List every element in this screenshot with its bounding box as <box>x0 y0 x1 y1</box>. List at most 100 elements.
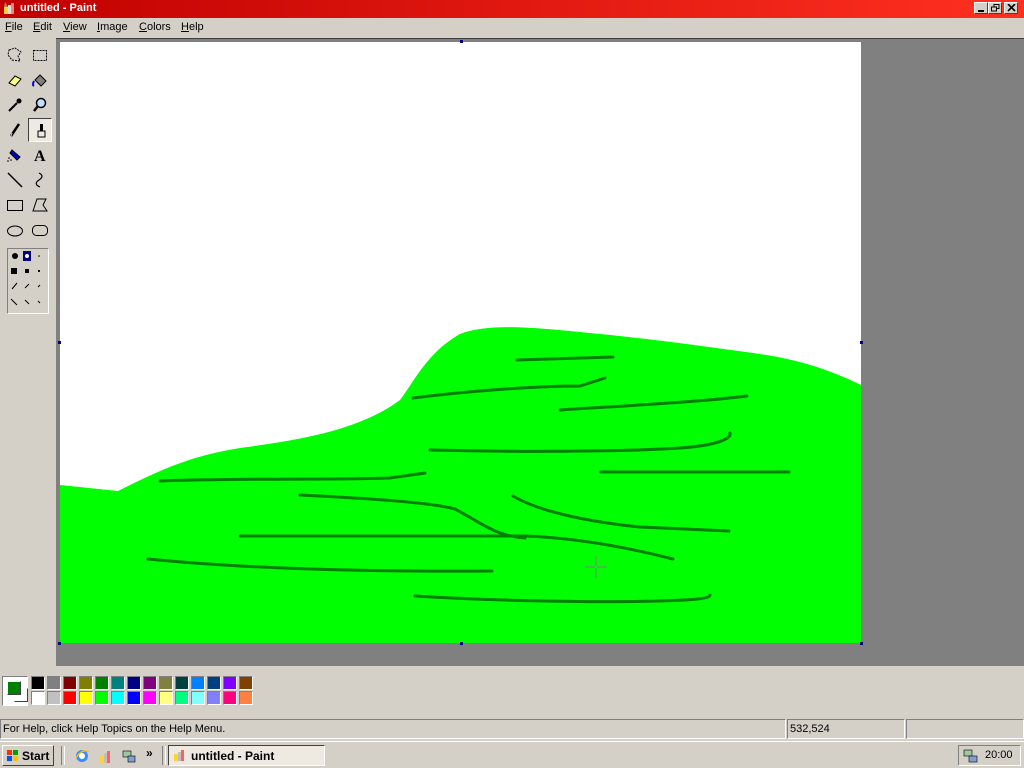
brush-shape-square-large[interactable] <box>11 268 17 274</box>
brush-shape-round-large[interactable] <box>12 253 18 259</box>
magnifier-icon <box>33 97 47 112</box>
palette-swatch[interactable] <box>223 676 237 690</box>
quick-launch-more[interactable]: » <box>146 746 153 760</box>
palette-swatch[interactable] <box>143 691 157 705</box>
brush-shape-backslash-medium[interactable] <box>24 299 30 305</box>
menu-file[interactable]: File <box>5 21 23 33</box>
menu-image[interactable]: Image <box>97 21 128 33</box>
palette-swatch[interactable] <box>95 691 109 705</box>
brush-shape-backslash-small[interactable] <box>37 300 41 304</box>
palette-swatch[interactable] <box>47 691 61 705</box>
brush-shape-slash-small[interactable] <box>37 284 41 288</box>
tool-polygon[interactable] <box>28 193 52 217</box>
palette-swatch[interactable] <box>223 691 237 705</box>
palette-swatch[interactable] <box>191 676 205 690</box>
paint-icon <box>4 2 14 14</box>
menu-help[interactable]: Help <box>181 21 204 33</box>
status-size <box>906 719 1024 739</box>
palette-swatch[interactable] <box>47 676 61 690</box>
tool-ellipse[interactable] <box>3 218 27 242</box>
canvas-drawing <box>60 327 861 643</box>
palette-swatch[interactable] <box>63 691 77 705</box>
svg-text:A: A <box>34 148 46 164</box>
current-colors <box>2 676 28 706</box>
select-icon <box>33 50 47 61</box>
taskbar-button-label: untitled - Paint <box>191 749 275 763</box>
palette-swatch[interactable] <box>239 691 253 705</box>
palette-swatch[interactable] <box>159 676 173 690</box>
minimize-button[interactable] <box>974 2 988 14</box>
menu-edit[interactable]: Edit <box>33 21 52 33</box>
palette-swatch[interactable] <box>239 676 253 690</box>
tool-fill[interactable] <box>28 68 52 92</box>
palette-swatch[interactable] <box>159 691 173 705</box>
palette-swatch[interactable] <box>111 691 125 705</box>
resize-handle-left <box>58 341 61 344</box>
drawing-canvas[interactable] <box>60 42 861 643</box>
restore-icon <box>991 4 1000 12</box>
start-button[interactable]: Start <box>2 745 54 766</box>
brush-shape-slash-medium[interactable] <box>24 283 30 289</box>
eraser-icon <box>8 75 22 87</box>
palette-swatch[interactable] <box>31 691 45 705</box>
tool-pick-color[interactable] <box>3 93 27 117</box>
network-icon[interactable] <box>121 748 137 764</box>
text-icon: A <box>34 148 46 164</box>
resize-handle-bottom-left <box>58 642 61 645</box>
resize-handle-top <box>460 40 463 43</box>
brush-shape-backslash-large[interactable] <box>10 298 18 306</box>
brush-shape-square-medium[interactable] <box>25 269 29 273</box>
curve-icon <box>35 172 43 188</box>
palette-swatch[interactable] <box>79 676 93 690</box>
tool-eraser[interactable] <box>3 68 27 92</box>
clock[interactable]: 20:00 <box>985 749 1013 761</box>
menu-view[interactable]: View <box>63 21 87 33</box>
tool-brush[interactable] <box>28 118 52 142</box>
brush-shape-square-small[interactable] <box>38 270 40 272</box>
eyedropper-icon <box>8 98 22 112</box>
tool-rectangle[interactable] <box>3 193 27 217</box>
palette-swatch[interactable] <box>191 691 205 705</box>
palette-swatch[interactable] <box>63 676 77 690</box>
paint-quick-icon[interactable] <box>98 748 114 764</box>
palette-swatch[interactable] <box>127 691 141 705</box>
taskbar: Start » untitled - Paint 20:00 <box>0 741 1024 768</box>
brush-shape-round-medium <box>25 254 29 258</box>
taskbar-button-paint[interactable]: untitled - Paint <box>168 745 325 766</box>
tool-select[interactable] <box>28 43 52 67</box>
tool-free-form-select[interactable] <box>3 43 27 67</box>
menu-colors[interactable]: Colors <box>139 21 171 33</box>
brush-shape-round-small[interactable] <box>38 255 40 257</box>
tool-line[interactable] <box>3 168 27 192</box>
palette-swatch[interactable] <box>207 691 221 705</box>
palette-swatch[interactable] <box>111 676 125 690</box>
resize-handle-corner[interactable] <box>860 642 863 645</box>
internet-explorer-icon[interactable] <box>74 748 90 764</box>
tool-magnifier[interactable] <box>28 93 52 117</box>
palette-swatch[interactable] <box>79 691 93 705</box>
green-hill-fill <box>60 327 861 643</box>
palette-swatch[interactable] <box>31 676 45 690</box>
pencil-icon <box>9 123 21 137</box>
status-coordinates: 532,524 <box>787 719 905 739</box>
brush-options <box>7 248 49 314</box>
palette-swatch[interactable] <box>95 676 109 690</box>
tool-airbrush[interactable] <box>3 143 27 167</box>
restore-button[interactable] <box>988 2 1002 14</box>
palette-swatch[interactable] <box>143 676 157 690</box>
palette-swatch[interactable] <box>175 676 189 690</box>
close-button[interactable] <box>1004 2 1018 14</box>
tool-pencil[interactable] <box>3 118 27 142</box>
brush-shape-slash-large[interactable] <box>11 282 18 290</box>
tool-text[interactable]: A <box>28 143 52 167</box>
palette-swatch[interactable] <box>175 691 189 705</box>
resize-handle-bottom[interactable] <box>460 642 463 645</box>
title-bar[interactable]: untitled - Paint <box>0 0 1024 18</box>
tool-curve[interactable] <box>28 168 52 192</box>
tool-rounded-rectangle[interactable] <box>28 218 52 242</box>
palette-swatch[interactable] <box>207 676 221 690</box>
network-tray-icon[interactable] <box>963 748 979 764</box>
resize-handle-right[interactable] <box>860 341 863 344</box>
windows-logo-icon <box>7 750 18 761</box>
palette-swatch[interactable] <box>127 676 141 690</box>
